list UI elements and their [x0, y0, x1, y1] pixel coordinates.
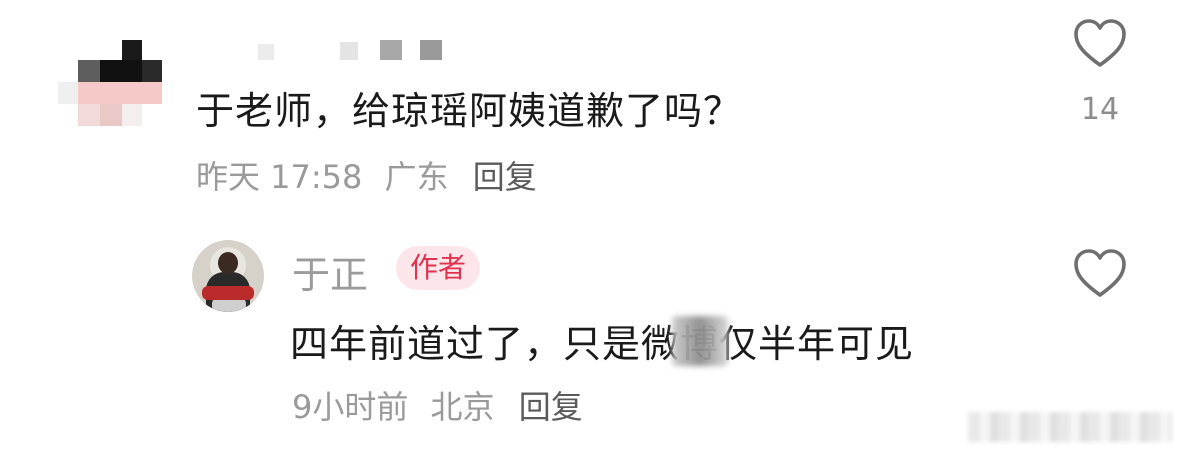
author-badge: 作者	[396, 246, 481, 290]
reply-location: 北京	[430, 388, 495, 426]
reply-meta: 9小时前 北京 回复	[292, 382, 583, 428]
reply-reply-button[interactable]: 回复	[519, 388, 583, 426]
blur-mosaic	[672, 316, 728, 366]
author-avatar[interactable]	[192, 240, 264, 312]
heart-icon	[1074, 249, 1126, 297]
reply-time: 9小时前	[292, 388, 409, 426]
like-count: 14	[1080, 92, 1120, 127]
comment-meta: 昨天 17:58 广东 回复	[196, 152, 537, 198]
comment-time: 昨天 17:58	[196, 158, 363, 196]
reply-text: 四年前道过了，只是微博仅半年可见	[290, 322, 915, 366]
author-name[interactable]: 于正	[292, 244, 368, 299]
comment-location: 广东	[384, 158, 449, 196]
like-button[interactable]: 14	[1070, 18, 1130, 127]
watermark-blurred	[968, 412, 1172, 442]
avatar-pixelated[interactable]	[58, 36, 166, 144]
reply-button[interactable]: 回复	[473, 158, 537, 196]
username-blurred[interactable]	[258, 38, 458, 64]
reply-like-button[interactable]	[1070, 248, 1130, 300]
heart-icon	[1074, 19, 1126, 67]
comment-text: 于老师，给琼瑶阿姨道歉了吗？	[196, 89, 743, 133]
